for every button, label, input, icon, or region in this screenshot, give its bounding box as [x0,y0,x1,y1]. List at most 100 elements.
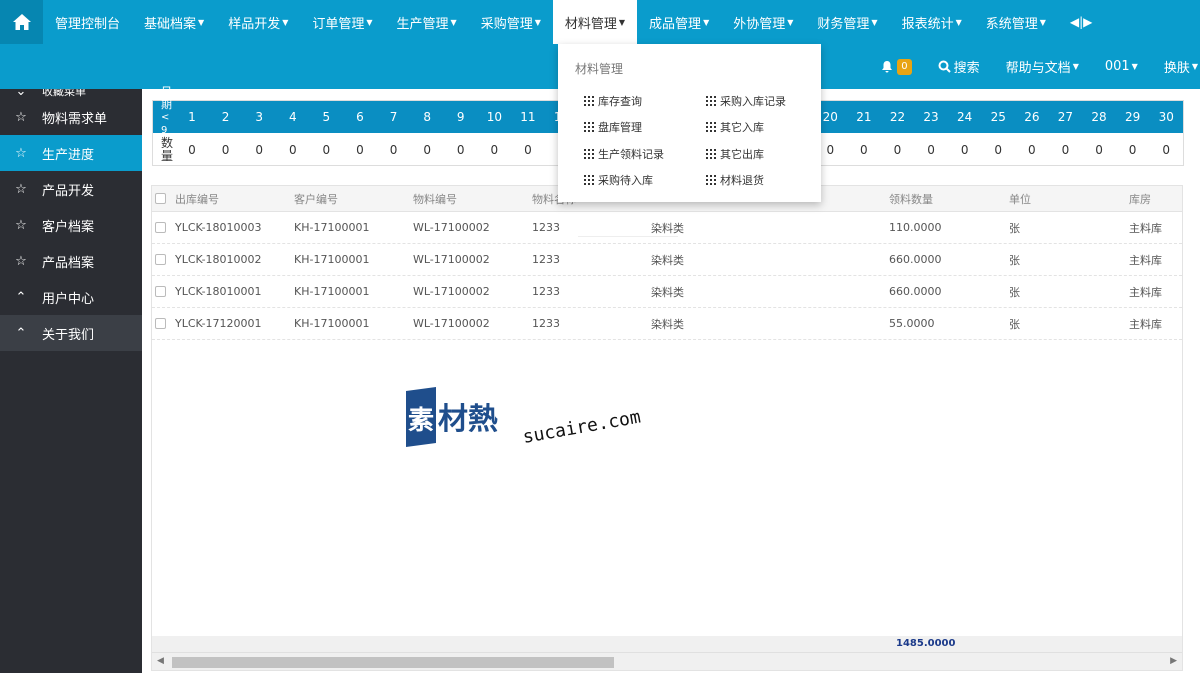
column-header[interactable]: 领料数量 [889,191,933,207]
scroll-thumb[interactable] [172,657,614,668]
nav-item-3[interactable]: 订单管理 ▼ [300,0,384,44]
nav-item-9[interactable]: 财务管理 ▼ [805,0,889,44]
sidebar-item-6[interactable]: ⌃ 用户中心 [0,279,142,315]
sidebar-item-1[interactable]: ☆ 物料需求单 [0,99,142,135]
calendar-day: 27 [1057,110,1074,124]
calendar-value: 0 [322,142,331,157]
sidebar-item-2[interactable]: ☆ 生产进度 [0,135,142,171]
watermark-logo-rest: 材熱 [438,402,498,437]
nav-item-10[interactable]: 报表统计 ▼ [890,0,974,44]
nav-item-0[interactable]: 管理控制台 [43,0,132,44]
sidebar-item-label: 收藏菜单 [42,89,86,98]
dropdown-item[interactable]: 采购待入库 [584,172,653,188]
calendar-day: 7 [389,110,398,124]
column-header[interactable]: 客户编号 [294,191,338,207]
calendar-day: 9 [456,110,465,124]
nav-scroll-arrows[interactable]: ◀|▶ [1058,0,1105,44]
row-checkbox[interactable] [155,254,166,265]
nav-item-11[interactable]: 系统管理 ▼ [974,0,1058,44]
row-checkbox[interactable] [155,318,166,329]
table-cell: 染料类 [651,317,684,331]
scroll-right-icon[interactable]: ▶ [1170,656,1177,666]
skin-menu[interactable]: 换肤 ▼ [1164,57,1198,76]
column-header[interactable]: 出库编号 [175,191,219,207]
search-button[interactable]: 搜索 [938,57,980,76]
calendar-value: 0 [1162,142,1171,157]
nav-item-7[interactable]: 成品管理 ▼ [637,0,721,44]
sidebar-item-label: 客户档案 [42,219,95,235]
dropdown-item[interactable]: 采购入库记录 [706,93,786,109]
calendar-value: 0 [1128,142,1137,157]
caret-down-icon: ▼ [1039,17,1046,27]
top-nav: 管理控制台 基础档案 ▼ 样品开发 ▼ 订单管理 ▼ 生产管理 ▼ 采购管理 ▼ 材料管理 ▼ 成品管理 ▼… [0,0,1200,44]
sidebar: ⌄ 收藏菜单 ☆ 物料需求单 ☆ 生产进度 ☆ 产品开发 ☆ 客户档案 ☆ 产品档案 ⌃ 用户中心 ⌃ 关于我… [0,89,142,673]
dropdown-item[interactable]: 其它入库 [706,119,764,135]
sidebar-item-4[interactable]: ☆ 客户档案 [0,207,142,243]
table-cell: 张 [1009,285,1020,299]
sidebar-item-5[interactable]: ☆ 产品档案 [0,243,142,279]
table-cell: WL-17100002 [413,317,490,330]
help-docs-menu[interactable]: 帮助与文档 ▼ [1006,57,1079,76]
row-checkbox[interactable] [155,222,166,233]
dropdown-item-label: 生产领料记录 [598,148,664,161]
sidebar-item-3[interactable]: ☆ 产品开发 [0,171,142,207]
scroll-left-icon[interactable]: ◀ [157,656,164,666]
table-cell: 张 [1009,253,1020,267]
dropdown-item-label: 材料退货 [720,174,764,187]
row-checkbox[interactable] [155,286,166,297]
nav-item-6[interactable]: 材料管理 ▼ [552,0,638,44]
star-icon: ☆ [15,253,27,269]
column-header[interactable]: 库房 [1129,191,1151,207]
user-menu[interactable]: 001 ▼ [1105,59,1138,74]
dropdown-item[interactable]: 盘库管理 [584,119,642,135]
search-label: 搜索 [953,61,980,76]
calendar-day: 4 [288,110,297,124]
caret-down-icon: ▼ [1131,62,1138,71]
grid-icon [706,175,716,185]
calendar-day: 22 [889,110,906,124]
table-row[interactable]: YLCK-18010003 KH-17100001 WL-17100002 1233 染… [152,212,1182,244]
nav-item-label: 样品开发 [228,16,281,32]
table-cell: 染料类 [651,253,684,267]
grid-icon [706,149,716,159]
home-button[interactable] [0,0,43,44]
notification-badge: 0 [897,58,912,75]
table-row[interactable]: YLCK-17120001 KH-17100001 WL-17100002 1233 染… [152,308,1182,340]
table-cell: 主料库 [1129,253,1162,267]
nav-item-2[interactable]: 样品开发 ▼ [216,0,300,44]
column-header[interactable]: 单位 [1009,191,1031,207]
nav-item-label: 订单管理 [312,16,365,32]
dropdown-item-label: 采购入库记录 [720,95,786,108]
help-label: 帮助与文档 [1005,61,1071,76]
dropdown-item[interactable]: 其它出库 [706,146,764,162]
select-all-checkbox[interactable] [155,193,166,204]
nav-item-1[interactable]: 基础档案 ▼ [132,0,216,44]
caret-down-icon: ▼ [955,17,962,27]
table-cell: 染料类 [651,221,684,235]
nav-item-label: 生产管理 [396,16,449,32]
dropdown-item[interactable]: 库存查询 [584,93,642,109]
dropdown-item-label: 其它出库 [720,148,764,161]
dropdown-item[interactable]: 生产领料记录 [584,146,664,162]
column-header[interactable]: 物料编号 [413,191,457,207]
sidebar-item-0[interactable]: ⌄ 收藏菜单 [0,89,142,99]
nav-item-5[interactable]: 采购管理 ▼ [469,0,553,44]
table-cell: 660.0000 [889,253,942,266]
total-quantity: 1485.0000 [896,638,956,649]
table-row[interactable]: YLCK-18010002 KH-17100001 WL-17100002 1233 染… [152,244,1182,276]
chevron-down-icon: ⌄ [15,89,27,99]
horizontal-scrollbar[interactable]: ◀ ▶ [152,652,1182,670]
calendar-day: 21 [856,110,872,124]
watermark-logo-char: 素 [408,406,434,436]
nav-item-4[interactable]: 生产管理 ▼ [385,0,469,44]
caret-down-icon: ▼ [787,17,794,27]
notification-button[interactable]: 0 [881,58,912,75]
table-cell: 1233 [532,253,560,266]
grid-icon [584,122,594,132]
table-row[interactable]: YLCK-18010001 KH-17100001 WL-17100002 1233 染… [152,276,1182,308]
watermark: 素 材熱 sucaire.com [406,385,656,455]
nav-item-8[interactable]: 外协管理 ▼ [721,0,805,44]
sidebar-item-7[interactable]: ⌃ 关于我们 [0,315,142,351]
calendar-value: 0 [356,142,364,157]
dropdown-item[interactable]: 材料退货 [706,172,764,188]
